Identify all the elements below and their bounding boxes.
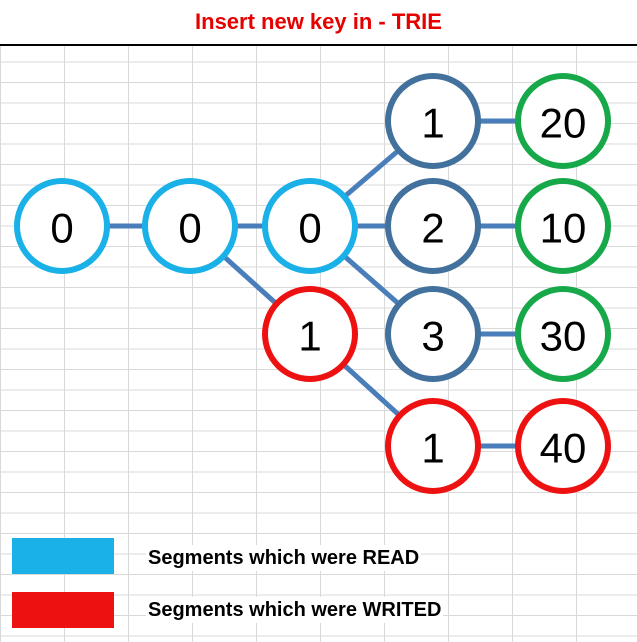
node-label: 1 [421,425,444,472]
legend-write-swatch [12,592,114,628]
trie-node-n4a: 1 [385,73,481,169]
trie-node-n2: 0 [142,178,238,274]
trie-node-n4b: 2 [385,178,481,274]
trie-node-w4: 1 [385,398,481,494]
trie-node-v10: 10 [515,178,611,274]
legend-read-swatch [12,538,114,574]
nodes-layer: 0 0 0 1 2 3 20 10 30 1 1 40 [14,73,611,494]
trie-node-n4c: 3 [385,286,481,382]
node-label: 1 [298,313,321,360]
node-label: 1 [421,100,444,147]
node-label: 3 [421,313,444,360]
legend-read-label: Segments which were READ [146,545,422,571]
node-label: 40 [540,425,587,472]
legend-write-label: Segments which were WRITED [146,597,444,623]
trie-node-v20: 20 [515,73,611,169]
node-label: 0 [178,205,201,252]
node-label: 30 [540,313,587,360]
node-label: 20 [540,100,587,147]
node-label: 2 [421,205,444,252]
node-label: 0 [50,205,73,252]
trie-node-w40: 40 [515,398,611,494]
trie-node-w3: 1 [262,286,358,382]
node-label: 10 [540,205,587,252]
trie-node-n3: 0 [262,178,358,274]
node-label: 0 [298,205,321,252]
trie-node-v30: 30 [515,286,611,382]
trie-node-root: 0 [14,178,110,274]
edges-layer [62,118,563,449]
